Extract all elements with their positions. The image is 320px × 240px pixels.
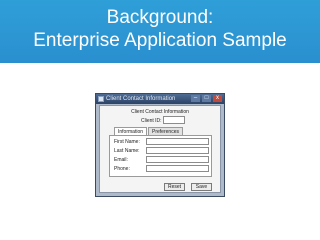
- phone-input[interactable]: [146, 165, 209, 172]
- client-id-input[interactable]: [163, 116, 185, 124]
- form-heading: Client Contact Information: [131, 109, 189, 115]
- phone-label: Phone:: [114, 166, 130, 172]
- save-button[interactable]: Save: [191, 183, 212, 191]
- tab-preferences[interactable]: Preferences: [148, 127, 183, 135]
- maximize-button[interactable]: □: [202, 95, 211, 102]
- information-panel: First Name: Last Name: Email: Phone:: [109, 135, 212, 177]
- client-id-label: Client ID:: [141, 118, 162, 124]
- window-controls: – □ x: [191, 95, 222, 103]
- first-name-label: First Name:: [114, 139, 140, 145]
- close-button[interactable]: x: [213, 95, 222, 102]
- email-input[interactable]: [146, 156, 209, 163]
- slide-title-line-2: Enterprise Application Sample: [33, 30, 287, 51]
- first-name-input[interactable]: [146, 138, 209, 145]
- last-name-input[interactable]: [146, 147, 209, 154]
- app-window: Client Contact Information – □ x Client …: [95, 93, 225, 197]
- minimize-button[interactable]: –: [191, 95, 200, 102]
- slide-title: Background: Enterprise Application Sampl…: [0, 6, 320, 52]
- email-label: Email:: [114, 157, 128, 163]
- window-content: Client Contact Information Client ID: In…: [99, 105, 221, 193]
- window-titlebar[interactable]: Client Contact Information – □ x: [96, 94, 224, 104]
- last-name-label: Last Name:: [114, 148, 140, 154]
- app-icon: [98, 96, 104, 102]
- reset-button[interactable]: Reset: [164, 183, 185, 191]
- slide-title-line-1: Background:: [106, 7, 214, 28]
- window-title: Client Contact Information: [106, 96, 176, 102]
